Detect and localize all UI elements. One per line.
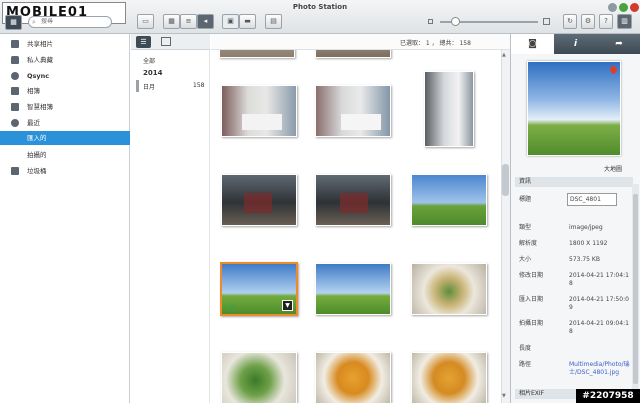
sidebar-item-trash[interactable]: 垃圾桶: [0, 164, 130, 178]
minimize-icon[interactable]: [608, 3, 617, 12]
photo-thumbnail[interactable]: [315, 263, 391, 315]
search-icon: ⌕: [32, 18, 36, 26]
window-title: Photo Station: [292, 3, 348, 11]
thumbnail-view-button[interactable]: ▦: [163, 14, 180, 29]
info-section-header[interactable]: 資訊: [515, 177, 633, 187]
dropdown-arrow-icon[interactable]: ▼: [282, 300, 293, 311]
camera-icon: ◙: [528, 39, 537, 49]
tab-info[interactable]: i: [554, 34, 597, 54]
timeline-month[interactable]: 日月: [143, 82, 155, 91]
path-link[interactable]: Multimedia/Photo/瑞士/DSC_4801.jpg: [569, 361, 631, 377]
sidebar-item-private-collection[interactable]: 私人典藏: [0, 53, 130, 67]
list-view-button[interactable]: ≡: [180, 14, 197, 29]
photo-filter-button[interactable]: ▣: [222, 14, 239, 29]
timeline-count: 158: [193, 82, 205, 89]
info-icon: i: [573, 39, 578, 49]
tab-preview[interactable]: ◙: [511, 34, 554, 54]
sidebar-item-label: 相簿: [27, 87, 40, 95]
sidebar-item-recent[interactable]: 最近: [0, 116, 130, 130]
title-field[interactable]: DSC_4801: [567, 193, 617, 206]
photo-thumbnail[interactable]: [411, 174, 487, 226]
photo-thumbnail[interactable]: [424, 71, 474, 147]
share-arrow-icon: ➦: [615, 39, 623, 49]
timeline-header: ☰: [131, 34, 210, 50]
photo-preview[interactable]: [527, 61, 621, 156]
timeline-list-icon[interactable]: ☰: [136, 36, 151, 48]
sidebar-item-label: 垃圾桶: [27, 167, 47, 175]
map-pin-icon[interactable]: [608, 64, 619, 75]
photo-thumbnail-selected[interactable]: ✔ ▼: [220, 262, 298, 316]
sidebar: 共享相片 私人典藏 Qsync 相簿 智慧相簿 最近 匯入的 拍攝的 垃圾桶: [0, 34, 130, 403]
photo-thumbnail[interactable]: [219, 50, 295, 58]
timeline-view-button[interactable]: ◂: [197, 14, 214, 29]
sidebar-item-taken[interactable]: 拍攝的: [0, 148, 130, 162]
photo-thumbnail[interactable]: [315, 352, 391, 403]
search-field[interactable]: ⌕: [28, 16, 112, 28]
panel-scrollbar-thumb[interactable]: [633, 194, 638, 384]
smart-album-icon: [11, 103, 19, 111]
checkmark-icon: ✔: [226, 301, 236, 314]
album-icon: [11, 87, 19, 95]
info-view-button[interactable]: ▤: [265, 14, 282, 29]
clock-icon: [11, 119, 19, 127]
sidebar-item-qsync[interactable]: Qsync: [0, 69, 130, 83]
sidebar-item-label: 最近: [27, 119, 40, 127]
maximize-icon[interactable]: [619, 3, 628, 12]
zoom-slider-handle[interactable]: [451, 17, 460, 26]
sidebar-item-smart-albums[interactable]: 智慧相簿: [0, 100, 130, 114]
scrollbar-thumb[interactable]: [502, 164, 509, 196]
photo-thumbnail[interactable]: [411, 263, 487, 315]
calendar-icon[interactable]: [161, 37, 171, 46]
close-icon[interactable]: [630, 3, 639, 12]
sync-icon: [11, 72, 19, 80]
large-map-link[interactable]: 大地圖: [604, 164, 622, 173]
photo-station-window: Photo Station MOBILE01 ▦ ⌕ ▭ ▦ ≡ ◂ ▣ ▬ ▤…: [0, 0, 640, 403]
zoom-out-icon[interactable]: [428, 19, 433, 24]
sidebar-item-label: 私人典藏: [27, 56, 53, 64]
details-panel: ◙ i ➦ 大地圖 資訊 標題 DSC_4801 類型 image/jpeg 解析…: [510, 34, 640, 403]
sidebar-item-label: 共享相片: [27, 40, 53, 48]
scroll-up-icon[interactable]: ▲: [502, 52, 506, 58]
grid-header: 已選取： 1 ， 總共： 158: [211, 34, 510, 50]
tab-share[interactable]: ➦: [597, 34, 640, 54]
panel-toggle-button[interactable]: ▥: [617, 14, 632, 29]
timeline-year[interactable]: 2014: [143, 69, 162, 77]
timeline-column: ☰ 全部 2014 日月 158: [131, 34, 210, 403]
folder-icon: [11, 40, 19, 48]
sidebar-item-imported[interactable]: 匯入的: [0, 131, 130, 145]
sidebar-item-shared-photos[interactable]: 共享相片: [0, 37, 130, 51]
photo-grid: ✔ ▼: [211, 50, 501, 403]
slideshow-button[interactable]: ▭: [137, 14, 154, 29]
search-input[interactable]: [41, 18, 101, 25]
sidebar-item-albums[interactable]: 相簿: [0, 84, 130, 98]
sidebar-item-label: 拍攝的: [27, 151, 47, 159]
sidebar-item-label: 智慧相簿: [27, 103, 53, 111]
lock-icon: [11, 56, 19, 64]
timeline-all[interactable]: 全部: [143, 56, 155, 65]
selection-count: 已選取： 1 ， 總共： 158: [400, 40, 471, 47]
photo-thumbnail[interactable]: [315, 50, 391, 58]
photo-thumbnail[interactable]: [221, 85, 297, 137]
trash-icon: [11, 167, 19, 175]
sidebar-item-label: 匯入的: [27, 134, 47, 142]
photo-thumbnail[interactable]: [411, 352, 487, 403]
settings-button[interactable]: ⚙: [581, 14, 595, 29]
photo-thumbnail[interactable]: [315, 174, 391, 226]
photo-thumbnail[interactable]: [221, 352, 297, 403]
scroll-down-icon[interactable]: ▼: [502, 393, 506, 399]
grid-scrollbar[interactable]: [501, 50, 510, 403]
help-button[interactable]: ?: [599, 14, 613, 29]
title-bar: Photo Station MOBILE01 ▦ ⌕ ▭ ▦ ≡ ◂ ▣ ▬ ▤…: [0, 0, 640, 34]
sidebar-item-label: Qsync: [27, 72, 50, 80]
refresh-button[interactable]: ↻: [563, 14, 577, 29]
sidebar-toggle-button[interactable]: ▦: [5, 15, 22, 30]
photo-thumbnail[interactable]: [221, 174, 297, 226]
timeline-marker: [136, 80, 139, 92]
photo-thumbnail[interactable]: [315, 85, 391, 137]
video-filter-button[interactable]: ▬: [239, 14, 256, 29]
watermark: #2207958: [576, 389, 640, 403]
zoom-in-icon[interactable]: [543, 18, 550, 25]
